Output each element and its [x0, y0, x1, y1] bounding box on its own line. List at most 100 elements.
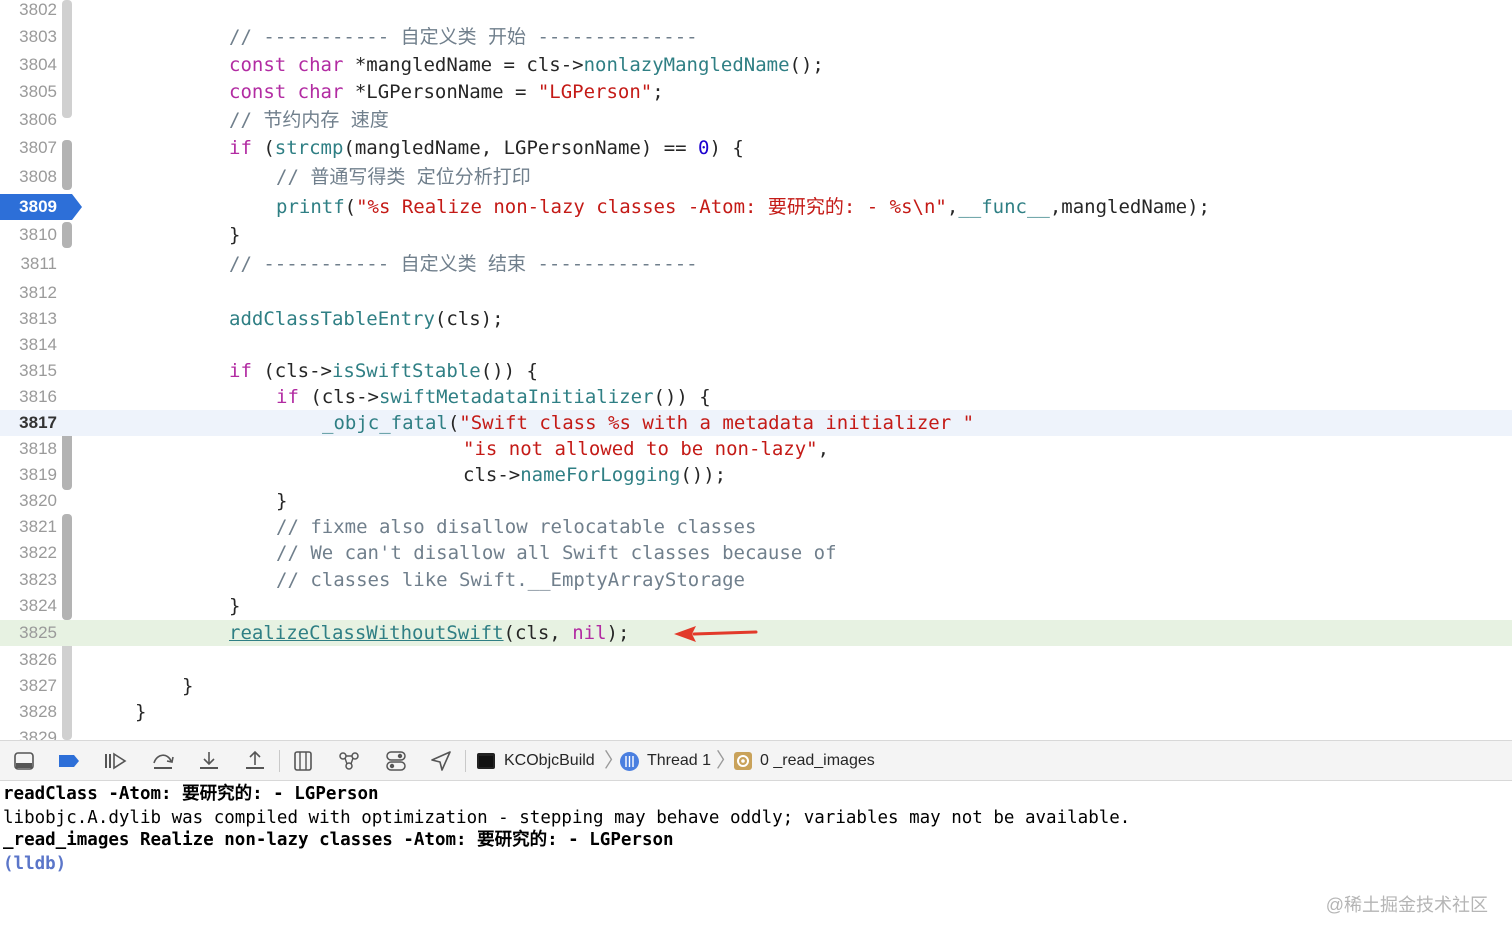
code-line[interactable]: 3805 const char *LGPersonName = "LGPerso…: [0, 79, 1512, 105]
line-number: 3820: [19, 491, 57, 510]
code-token: );: [606, 622, 630, 644]
code-line[interactable]: 3815 if (cls->isSwiftStable()) {: [0, 358, 1512, 384]
line-number: 3817: [19, 413, 57, 432]
code-line[interactable]: 3807 if (strcmp(mangledName, LGPersonNam…: [0, 135, 1512, 161]
current-code-line[interactable]: 3817 _objc_fatal("Swift class %s with a …: [0, 410, 1512, 436]
code-token: ) {: [709, 137, 744, 159]
thread-icon: [620, 752, 639, 771]
function-name[interactable]: realizeClassWithoutSwift: [229, 622, 504, 644]
code-line[interactable]: 3821 // fixme also disallow relocatable …: [0, 514, 1512, 540]
view-hierarchy-icon[interactable]: [291, 749, 315, 773]
line-number: 3823: [19, 570, 57, 589]
code-text: }: [229, 224, 241, 246]
code-token: (: [344, 196, 357, 218]
code-line[interactable]: 3803 // ----------- 自定义类 开始 ------------…: [0, 24, 1512, 50]
code-token: (: [251, 137, 275, 159]
code-text: cls->nameForLogging());: [463, 462, 726, 488]
code-token: cls->: [463, 464, 521, 486]
code-line[interactable]: 3804 const char *mangledName = cls->nonl…: [0, 52, 1512, 78]
code-line[interactable]: 3819 cls->nameForLogging());: [0, 462, 1512, 488]
console-output-line: _read_images Realize non-lazy classes -A…: [3, 830, 674, 850]
step-into-icon[interactable]: [197, 749, 221, 773]
line-number: 3829: [19, 728, 57, 740]
line-number: 3802: [19, 0, 57, 19]
code-line[interactable]: 3826: [0, 647, 1512, 673]
lldb-prompt[interactable]: (lldb): [3, 852, 66, 876]
code-text: if (strcmp(mangledName, LGPersonName) ==…: [229, 135, 744, 161]
code-text: if (cls->isSwiftStable()) {: [229, 358, 538, 384]
code-line[interactable]: 3813 addClassTableEntry(cls);: [0, 306, 1512, 332]
code-text: const char *mangledName = cls->nonlazyMa…: [229, 52, 824, 78]
code-text: }: [229, 595, 241, 617]
code-line[interactable]: 3816 if (cls->swiftMetadataInitializer()…: [0, 384, 1512, 410]
code-line[interactable]: 3828 }: [0, 699, 1512, 725]
line-number: 3804: [19, 55, 57, 74]
line-number: 3814: [19, 335, 57, 354]
keyword: const char: [229, 81, 344, 103]
line-number: 3822: [19, 543, 57, 562]
line-number: 3806: [19, 110, 57, 129]
code-line[interactable]: 3811 // ----------- 自定义类 结束 ------------…: [0, 251, 1512, 277]
breakpoints-toggle-icon[interactable]: [57, 749, 81, 773]
function-name: nameForLogging: [520, 464, 681, 486]
code-comment: // 节约内存 速度: [229, 109, 389, 131]
line-number: 3807: [19, 138, 57, 157]
debug-toolbar: KCObjcBuild 〉 Thread 1 〉 0 _read_images: [0, 740, 1512, 781]
simulate-location-icon[interactable]: [429, 749, 453, 773]
line-number: 3815: [19, 361, 57, 380]
breadcrumb-target[interactable]: KCObjcBuild: [504, 741, 595, 781]
function-name: nonlazyMangledName: [583, 54, 790, 76]
code-line[interactable]: 3810 }: [0, 222, 1512, 248]
code-text: "is not allowed to be non-lazy",: [463, 436, 829, 462]
step-over-icon[interactable]: [151, 749, 175, 773]
code-token: ,mangledName);: [1049, 196, 1210, 218]
breakpoint-marker[interactable]: 3809: [0, 194, 82, 220]
code-token: (cls->: [251, 360, 332, 382]
source-editor[interactable]: 3802 3803 // ----------- 自定义类 开始 -------…: [0, 0, 1512, 740]
toolbar-separator: [465, 750, 466, 772]
code-token: ());: [680, 464, 727, 486]
breadcrumb-thread[interactable]: Thread 1: [647, 741, 711, 781]
terminal-icon: [477, 753, 495, 769]
code-line[interactable]: 3812: [0, 280, 1512, 306]
breadcrumb-frame[interactable]: 0 _read_images: [760, 741, 875, 781]
code-comment: // classes like Swift.__EmptyArrayStorag…: [276, 569, 745, 591]
line-number: 3803: [19, 27, 57, 46]
code-line[interactable]: 3808 // 普通写得类 定位分析打印: [0, 164, 1512, 190]
hide-debug-area-icon[interactable]: [12, 749, 36, 773]
code-token: (cls,: [503, 622, 573, 644]
code-line[interactable]: 3820 }: [0, 488, 1512, 514]
code-token: (: [447, 412, 460, 434]
continue-icon[interactable]: [103, 749, 127, 773]
memory-graph-icon[interactable]: [337, 749, 361, 773]
code-line[interactable]: 3829: [0, 725, 1512, 740]
code-line[interactable]: 3824 }: [0, 593, 1512, 619]
function-name: isSwiftStable: [331, 360, 481, 382]
line-number: 3812: [19, 283, 57, 302]
code-text: _objc_fatal("Swift class %s with a metad…: [322, 410, 974, 436]
code-line[interactable]: 3814: [0, 332, 1512, 358]
function-name: _objc_fatal: [322, 412, 448, 434]
red-arrow-annotation: [674, 626, 758, 642]
code-line[interactable]: 3827 }: [0, 673, 1512, 699]
line-number: 3818: [19, 439, 57, 458]
line-number: 3827: [19, 676, 57, 695]
code-line[interactable]: 3818 "is not allowed to be non-lazy",: [0, 436, 1512, 462]
code-text: printf("%s Realize non-lazy classes -Ato…: [276, 194, 1210, 220]
code-text: const char *LGPersonName = "LGPerson";: [229, 79, 664, 105]
code-token: *mangledName = cls->: [343, 54, 584, 76]
console-output-line: libobjc.A.dylib was compiled with optimi…: [3, 808, 1131, 828]
debug-console[interactable]: readClass -Atom: 要研究的: - LGPerson libobj…: [0, 781, 1512, 938]
code-line[interactable]: 3822 // We can't disallow all Swift clas…: [0, 540, 1512, 566]
string-literal: "%s Realize non-lazy classes -Atom: 要研究的…: [356, 196, 947, 218]
line-number: 3805: [19, 82, 57, 101]
step-out-icon[interactable]: [243, 749, 267, 773]
code-line[interactable]: 3809 printf("%s Realize non-lazy classes…: [0, 194, 1512, 220]
keyword: nil: [572, 622, 607, 644]
environment-overrides-icon[interactable]: [384, 749, 408, 773]
code-line[interactable]: 3806 // 节约内存 速度: [0, 107, 1512, 133]
string-literal: "LGPerson": [537, 81, 653, 103]
code-line[interactable]: 3802: [0, 0, 1512, 23]
frame-icon: [734, 752, 752, 770]
code-line[interactable]: 3823 // classes like Swift.__EmptyArrayS…: [0, 567, 1512, 593]
